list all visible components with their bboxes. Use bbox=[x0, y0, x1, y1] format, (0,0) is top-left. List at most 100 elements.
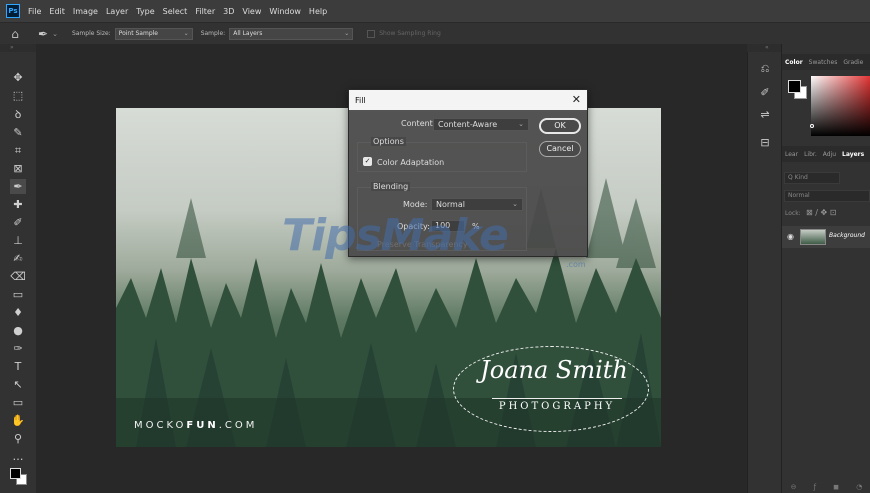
layer-name: Background bbox=[829, 232, 865, 239]
sample-size-select[interactable]: Point Sample ⌄ bbox=[114, 27, 193, 40]
adjustments-panel-icon[interactable]: ⇌ bbox=[758, 108, 772, 122]
sample-select[interactable]: All Layers ⌄ bbox=[229, 27, 354, 40]
menu-select[interactable]: Select bbox=[159, 7, 192, 16]
frame-tool-icon[interactable]: ⊠ bbox=[10, 161, 26, 176]
color-adaptation-checkbox[interactable]: ✓ bbox=[363, 157, 372, 166]
photoshop-logo-icon: Ps bbox=[6, 4, 20, 18]
icon-strip-collapse-handle[interactable]: « bbox=[747, 44, 781, 52]
tab-layers[interactable]: Layers bbox=[839, 151, 867, 158]
menu-file[interactable]: File bbox=[24, 7, 45, 16]
layers-panel-tabs: Lear Libr. Adju Layers bbox=[782, 146, 870, 162]
foreground-color-swatch[interactable] bbox=[10, 468, 21, 479]
history-panel-icon[interactable]: ⎌ bbox=[758, 62, 772, 76]
history-brush-tool-icon[interactable]: ✍ bbox=[10, 251, 26, 266]
color-panel-tabs: Color Swatches Gradie bbox=[782, 54, 870, 70]
eraser-tool-icon[interactable]: ⌫ bbox=[10, 269, 26, 284]
crop-tool-icon[interactable]: ⌗ bbox=[10, 143, 26, 158]
color-picker-field[interactable] bbox=[811, 76, 870, 136]
healing-brush-tool-icon[interactable]: ✚ bbox=[10, 197, 26, 212]
cancel-button[interactable]: Cancel bbox=[539, 141, 581, 157]
pen-tool-icon[interactable]: ✑ bbox=[10, 341, 26, 356]
watermark-text: TipsMake bbox=[282, 210, 509, 261]
lock-label: Lock: bbox=[785, 210, 801, 217]
marquee-tool-icon[interactable]: ⬚ bbox=[10, 88, 26, 103]
tools-panel: ✥⬚ꝺ✎⌗⊠✒✚✐⊥✍⌫▭♦●✑T↖▭✋⚲… ◪ ⇆ bbox=[0, 52, 36, 493]
blending-group-label: Blending bbox=[371, 182, 411, 191]
menu-layer[interactable]: Layer bbox=[102, 7, 132, 16]
chevron-down-icon: ⌄ bbox=[344, 29, 350, 37]
type-tool-icon[interactable]: T bbox=[10, 359, 26, 374]
layer-row-background[interactable]: ◉ Background bbox=[782, 226, 870, 248]
panel-foreground-swatch[interactable] bbox=[788, 80, 801, 93]
blur-tool-icon[interactable]: ♦ bbox=[10, 305, 26, 320]
path-select-tool-icon[interactable]: ↖ bbox=[10, 377, 26, 392]
dodge-tool-icon[interactable]: ● bbox=[10, 323, 26, 338]
menu-bar: Ps File Edit Image Layer Type Select Fil… bbox=[0, 0, 870, 22]
close-icon[interactable]: ✕ bbox=[572, 93, 581, 106]
lock-icons[interactable]: ⊠ ∕ ✥ ⊡ bbox=[806, 208, 836, 217]
chevron-down-icon[interactable]: ⌄ bbox=[52, 30, 58, 38]
menu-3d[interactable]: 3D bbox=[219, 7, 238, 16]
mode-value: Normal bbox=[436, 200, 465, 209]
layer-blend-mode-select[interactable]: Normal bbox=[784, 190, 870, 202]
menu-type[interactable]: Type bbox=[132, 7, 158, 16]
tab-adjustments[interactable]: Adju bbox=[820, 151, 839, 158]
show-sampling-ring-checkbox[interactable] bbox=[367, 29, 376, 38]
options-group-label: Options bbox=[371, 137, 406, 146]
brush-settings-icon[interactable]: ✐ bbox=[758, 86, 772, 100]
show-sampling-ring-label: Show Sampling Ring bbox=[379, 30, 441, 37]
fx-icon[interactable]: ƒ bbox=[814, 483, 816, 491]
eye-icon[interactable]: ◉ bbox=[787, 232, 794, 241]
ok-button[interactable]: OK bbox=[539, 118, 581, 134]
dialog-title-bar[interactable]: Fill ✕ bbox=[349, 90, 587, 110]
tab-learn[interactable]: Lear bbox=[782, 151, 801, 158]
color-picker-marker[interactable] bbox=[810, 124, 814, 128]
link-layers-icon[interactable]: ⊖ bbox=[791, 483, 797, 491]
more-tools-icon[interactable]: … bbox=[10, 449, 26, 464]
panel-icon-strip: ⎌ ✐ ⇌ ⊟ bbox=[747, 52, 781, 493]
clone-stamp-tool-icon[interactable]: ⊥ bbox=[10, 233, 26, 248]
dialog-title: Fill bbox=[355, 95, 366, 105]
tab-swatches[interactable]: Swatches bbox=[806, 59, 841, 66]
chevron-down-icon: ⌄ bbox=[183, 29, 189, 37]
properties-panel-icon[interactable]: ⊟ bbox=[758, 136, 772, 150]
sample-label: Sample: bbox=[200, 30, 226, 37]
gradient-tool-icon[interactable]: ▭ bbox=[10, 287, 26, 302]
menu-filter[interactable]: Filter bbox=[191, 7, 219, 16]
right-panels: Color Swatches Gradie Lear Libr. Adju La… bbox=[781, 44, 870, 493]
quick-select-tool-icon[interactable]: ✎ bbox=[10, 125, 26, 140]
tab-color[interactable]: Color bbox=[782, 59, 806, 66]
eyedropper-tool-icon[interactable]: ✒ bbox=[10, 179, 26, 194]
toolbar-collapse-handle[interactable]: » bbox=[0, 44, 36, 52]
brand-part-2: FUN bbox=[186, 420, 219, 431]
menu-image[interactable]: Image bbox=[69, 7, 102, 16]
layer-kind-filter[interactable]: Q Kind bbox=[784, 172, 840, 184]
options-group bbox=[357, 142, 527, 172]
zoom-tool-icon[interactable]: ⚲ bbox=[10, 431, 26, 446]
contents-select[interactable]: Content-Aware ⌄ bbox=[433, 118, 529, 131]
brand-part-3: .COM bbox=[218, 420, 258, 431]
signature-subtitle: PHOTOGRAPHY bbox=[492, 398, 622, 412]
hand-tool-icon[interactable]: ✋ bbox=[10, 413, 26, 428]
watermark-domain: .com bbox=[566, 260, 586, 269]
home-icon[interactable]: ⌂ bbox=[8, 27, 22, 41]
brush-tool-icon[interactable]: ✐ bbox=[10, 215, 26, 230]
rectangle-tool-icon[interactable]: ▭ bbox=[10, 395, 26, 410]
menu-window[interactable]: Window bbox=[265, 7, 305, 16]
menu-help[interactable]: Help bbox=[305, 7, 331, 16]
lasso-tool-icon[interactable]: ꝺ bbox=[10, 107, 26, 122]
signature-name: Joana Smith bbox=[480, 356, 628, 384]
tab-libraries[interactable]: Libr. bbox=[801, 151, 820, 158]
menu-edit[interactable]: Edit bbox=[45, 7, 69, 16]
menu-view[interactable]: View bbox=[238, 7, 265, 16]
move-tool-icon[interactable]: ✥ bbox=[10, 70, 26, 85]
chevron-down-icon: ⌄ bbox=[518, 120, 524, 128]
color-adaptation-label: Color Adaptation bbox=[377, 158, 445, 167]
tab-gradients[interactable]: Gradie bbox=[840, 59, 866, 66]
sample-size-value: Point Sample bbox=[118, 30, 158, 37]
mode-label: Mode: bbox=[403, 200, 428, 209]
delete-layer-icon[interactable]: ◔ bbox=[856, 483, 862, 491]
eyedropper-preset-icon[interactable]: ✒ bbox=[38, 27, 48, 41]
options-bar: ⌂ ✒ ⌄ Sample Size: Point Sample ⌄ Sample… bbox=[0, 22, 870, 44]
new-layer-icon[interactable]: ◼ bbox=[833, 483, 839, 491]
